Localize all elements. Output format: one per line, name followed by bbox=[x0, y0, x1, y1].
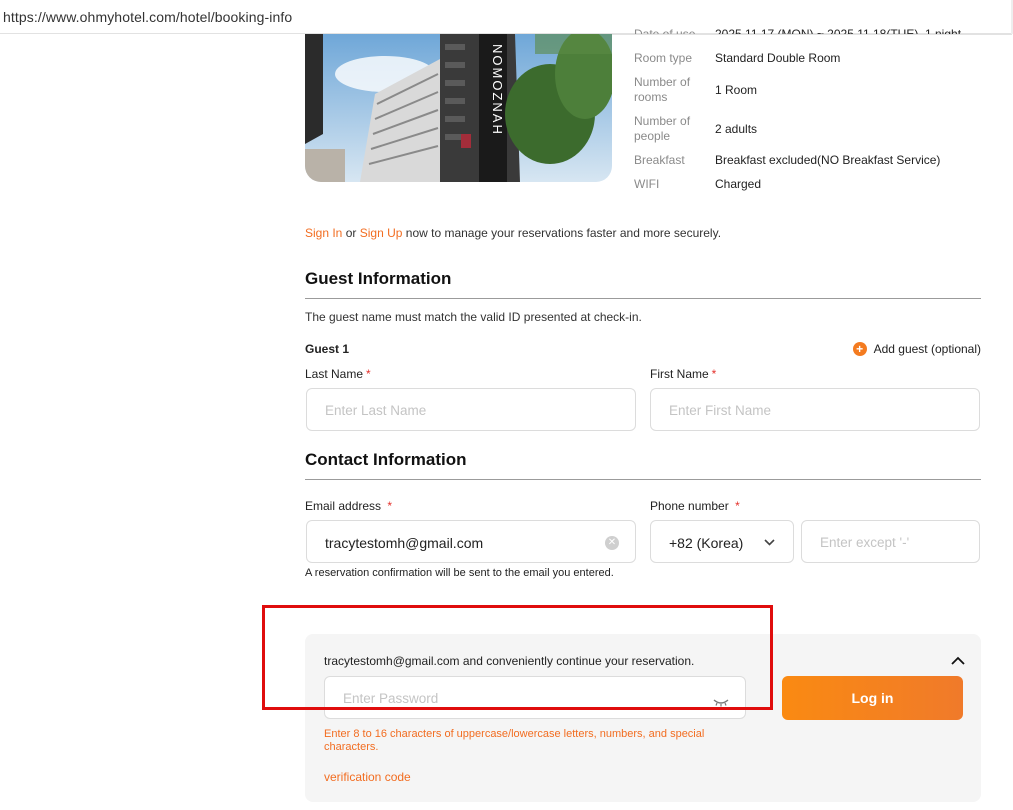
last-name-input[interactable]: Enter Last Name bbox=[306, 388, 636, 431]
signin-or-text: or bbox=[345, 226, 357, 240]
required-mark: * bbox=[711, 367, 717, 381]
signin-rest-text: now to manage your reservations faster a… bbox=[405, 226, 722, 240]
last-name-placeholder: Enter Last Name bbox=[325, 403, 427, 418]
detail-label-wifi: WIFI bbox=[634, 177, 660, 191]
phone-label-text: Phone number bbox=[650, 499, 729, 513]
collapse-chevron-icon[interactable] bbox=[951, 652, 965, 668]
detail-label-people: Number of people bbox=[634, 114, 691, 143]
first-name-label: First Name * bbox=[650, 367, 716, 381]
detail-value-breakfast: Breakfast excluded(NO Breakfast Service) bbox=[715, 153, 941, 167]
required-mark: * bbox=[735, 499, 740, 513]
detail-value-room-type: Standard Double Room bbox=[715, 51, 841, 65]
contact-info-divider bbox=[305, 479, 981, 480]
detail-label-room-type: Room type bbox=[634, 51, 693, 65]
guest-1-label: Guest 1 bbox=[305, 342, 350, 356]
guest-info-divider bbox=[305, 298, 981, 299]
email-note: A reservation confirmation will be sent … bbox=[305, 567, 614, 579]
country-code-value: +82 (Korea) bbox=[669, 535, 744, 551]
detail-value-wifi: Charged bbox=[715, 177, 762, 191]
url-text[interactable]: https://www.ohmyhotel.com/hotel/booking-… bbox=[3, 9, 292, 25]
scroll-crop-mask bbox=[612, 34, 1012, 42]
add-guest-button[interactable]: + Add guest (optional) bbox=[852, 342, 981, 356]
hotel-photo: NOMOZNAH bbox=[305, 34, 612, 182]
detail-value-rooms: 1 Room bbox=[715, 83, 758, 97]
country-code-select[interactable]: +82 (Korea) bbox=[650, 520, 794, 563]
guest-info-title: Guest Information bbox=[305, 269, 452, 288]
email-label-text: Email address bbox=[305, 499, 382, 513]
highlight-box bbox=[262, 605, 773, 710]
required-mark: * bbox=[366, 367, 371, 381]
required-mark: * bbox=[387, 499, 393, 513]
clear-icon[interactable]: ✕ bbox=[605, 536, 619, 550]
toolbar-bottom-border bbox=[612, 34, 1012, 35]
phone-placeholder: Enter except '-' bbox=[820, 535, 910, 550]
last-name-label-text: Last Name bbox=[305, 367, 364, 381]
detail-label-rooms: Number of rooms bbox=[634, 75, 691, 104]
add-guest-label: Add guest (optional) bbox=[873, 342, 981, 356]
email-value: tracytestomh@gmail.com bbox=[325, 535, 484, 551]
phone-label: Phone number * bbox=[650, 499, 740, 513]
guest-info-note: The guest name must match the valid ID p… bbox=[305, 310, 642, 324]
login-button[interactable]: Log in bbox=[782, 676, 963, 720]
plus-icon: + bbox=[852, 342, 867, 356]
last-name-label: Last Name * bbox=[305, 367, 371, 381]
first-name-placeholder: Enter First Name bbox=[669, 403, 772, 418]
svg-text:NOMOZNAH: NOMOZNAH bbox=[490, 44, 505, 136]
detail-label-breakfast: Breakfast bbox=[634, 153, 685, 167]
verification-code-link[interactable]: verification code bbox=[324, 770, 411, 784]
phone-input[interactable]: Enter except '-' bbox=[801, 520, 980, 563]
first-name-label-text: First Name bbox=[650, 367, 709, 381]
email-label: Email address * bbox=[305, 499, 392, 513]
contact-info-title: Contact Information bbox=[305, 450, 467, 469]
password-hint: Enter 8 to 16 characters of uppercase/lo… bbox=[324, 728, 705, 753]
chevron-down-icon bbox=[764, 534, 775, 549]
sign-in-link[interactable]: Sign In bbox=[305, 226, 342, 240]
sign-up-link[interactable]: Sign Up bbox=[360, 226, 403, 240]
signin-prompt: Sign In or Sign Up now to manage your re… bbox=[305, 226, 721, 240]
first-name-input[interactable]: Enter First Name bbox=[650, 388, 980, 431]
detail-value-people: 2 adults bbox=[715, 122, 758, 136]
email-input[interactable]: tracytestomh@gmail.com ✕ bbox=[306, 520, 636, 563]
